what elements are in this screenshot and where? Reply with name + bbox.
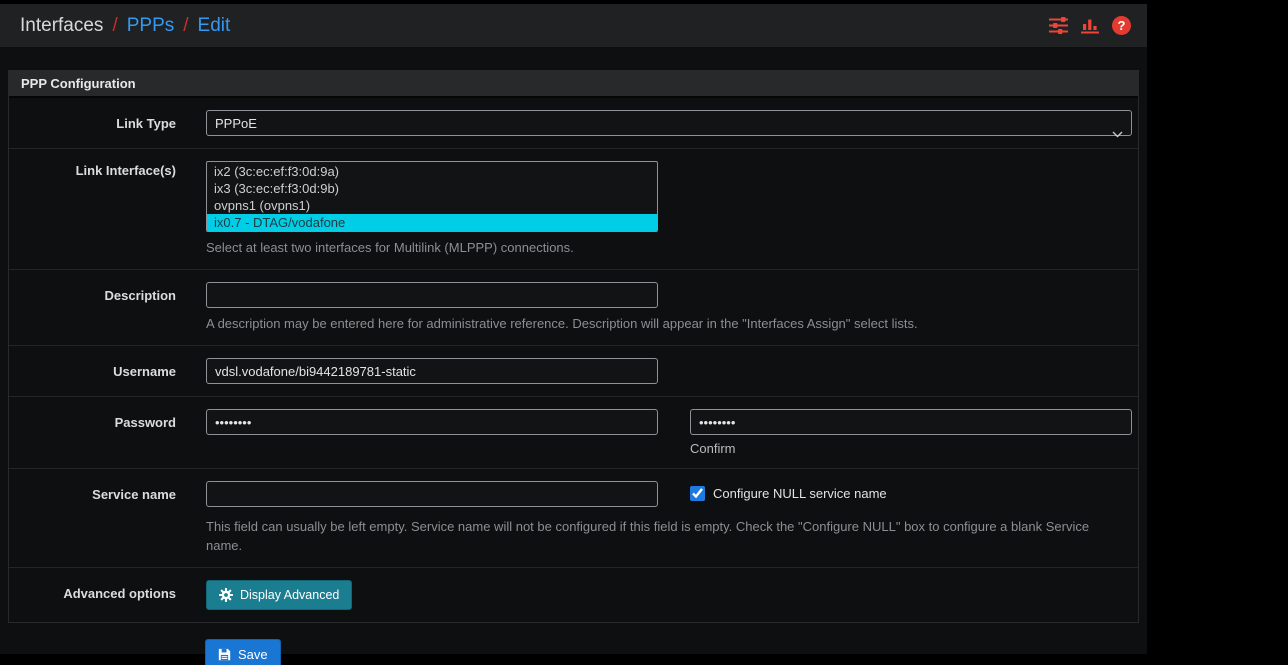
link-type-select[interactable]: PPPoE [206, 110, 1132, 136]
breadcrumb-separator: / [112, 15, 117, 37]
service-name-label: Service name [9, 481, 206, 555]
panel-title: PPP Configuration [9, 71, 1138, 98]
breadcrumb: Interfaces / PPPs / Edit [20, 15, 230, 37]
username-row: Username [9, 346, 1138, 397]
display-advanced-label: Display Advanced [240, 588, 339, 602]
service-name-input[interactable] [206, 481, 658, 507]
breadcrumb-separator: / [183, 15, 188, 37]
listbox-option[interactable]: ix2 (3c:ec:ef:f3:0d:9a) [207, 163, 657, 180]
link-type-label: Link Type [9, 110, 206, 136]
service-name-help: This field can usually be left empty. Se… [206, 517, 1126, 555]
save-button[interactable]: Save [205, 639, 281, 665]
topbar-icons: ? [1049, 16, 1131, 35]
listbox-option[interactable]: ix3 (3c:ec:ef:f3:0d:9b) [207, 180, 657, 197]
link-type-row: Link Type PPPoE [9, 98, 1138, 149]
ppp-configuration-panel: PPP Configuration Link Type PPPoE [8, 70, 1139, 623]
configure-null-checkbox[interactable] [690, 486, 705, 501]
username-label: Username [9, 358, 206, 384]
password-row: Password Confirm [9, 397, 1138, 469]
confirm-label: Confirm [690, 441, 1132, 456]
breadcrumb-edit-link[interactable]: Edit [198, 15, 231, 37]
gear-icon [219, 588, 233, 602]
description-help: A description may be entered here for ad… [206, 314, 1126, 333]
password-input[interactable] [206, 409, 658, 435]
help-icon[interactable]: ? [1112, 16, 1131, 35]
listbox-option[interactable]: ovpns1 (ovpns1) [207, 197, 657, 214]
link-interfaces-row: Link Interface(s) ix2 (3c:ec:ef:f3:0d:9a… [9, 149, 1138, 270]
save-icon [218, 648, 231, 661]
listbox-option-selected[interactable]: ix0.7 - DTAG/vodafone [207, 214, 657, 231]
description-row: Description A description may be entered… [9, 270, 1138, 346]
advanced-options-row: Advanced options [9, 568, 1138, 622]
page: Interfaces / PPPs / Edit [0, 4, 1147, 654]
service-name-row: Service name Configure NULL service name [9, 469, 1138, 568]
bar-chart-icon[interactable] [1081, 17, 1099, 34]
breadcrumb-section: Interfaces [20, 15, 103, 37]
password-confirm-input[interactable] [690, 409, 1132, 435]
save-label: Save [238, 647, 268, 662]
sliders-icon[interactable] [1049, 17, 1068, 34]
password-label: Password [9, 409, 206, 456]
advanced-options-label: Advanced options [9, 580, 206, 610]
link-interfaces-listbox[interactable]: ix2 (3c:ec:ef:f3:0d:9a) ix3 (3c:ec:ef:f3… [206, 161, 658, 232]
content: PPP Configuration Link Type PPPoE [0, 47, 1147, 665]
breadcrumb-ppps-link[interactable]: PPPs [127, 15, 175, 37]
link-interfaces-label: Link Interface(s) [9, 161, 206, 257]
save-area: Save [205, 639, 1139, 665]
description-input[interactable] [206, 282, 658, 308]
description-label: Description [9, 282, 206, 333]
display-advanced-button[interactable]: Display Advanced [206, 580, 352, 610]
breadcrumb-bar: Interfaces / PPPs / Edit [0, 4, 1147, 47]
configure-null-label[interactable]: Configure NULL service name [713, 486, 887, 501]
username-input[interactable] [206, 358, 658, 384]
link-interfaces-help: Select at least two interfaces for Multi… [206, 238, 1126, 257]
